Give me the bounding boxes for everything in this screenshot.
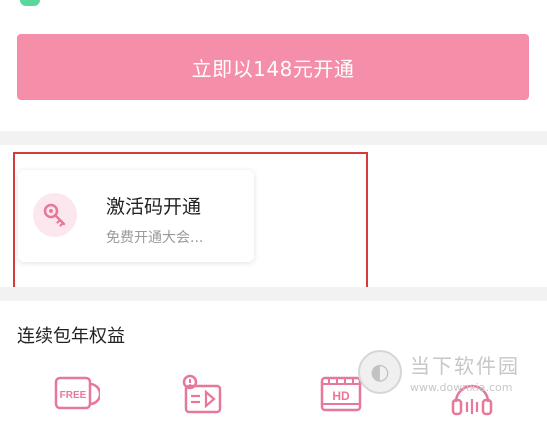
top-badge xyxy=(20,0,40,6)
section-divider xyxy=(0,287,547,301)
hd-icon-text: HD xyxy=(332,389,350,403)
benefits-title: 连续包年权益 xyxy=(17,326,125,347)
free-icon-text: FREE xyxy=(60,390,87,401)
free-icon[interactable]: FREE xyxy=(52,372,102,420)
highlight-box xyxy=(13,152,368,295)
watermark-name: 当下软件园 xyxy=(410,354,520,378)
watermark: ◐ 当下软件园 www.downxia.com xyxy=(358,342,534,402)
section-divider xyxy=(0,131,547,145)
watermark-url: www.downxia.com xyxy=(410,381,513,394)
open-membership-button[interactable]: 立即以148元开通 xyxy=(17,34,529,100)
watermark-logo-icon: ◐ xyxy=(358,350,402,394)
open-membership-label: 立即以148元开通 xyxy=(191,56,355,81)
video-privilege-icon[interactable] xyxy=(180,372,228,420)
